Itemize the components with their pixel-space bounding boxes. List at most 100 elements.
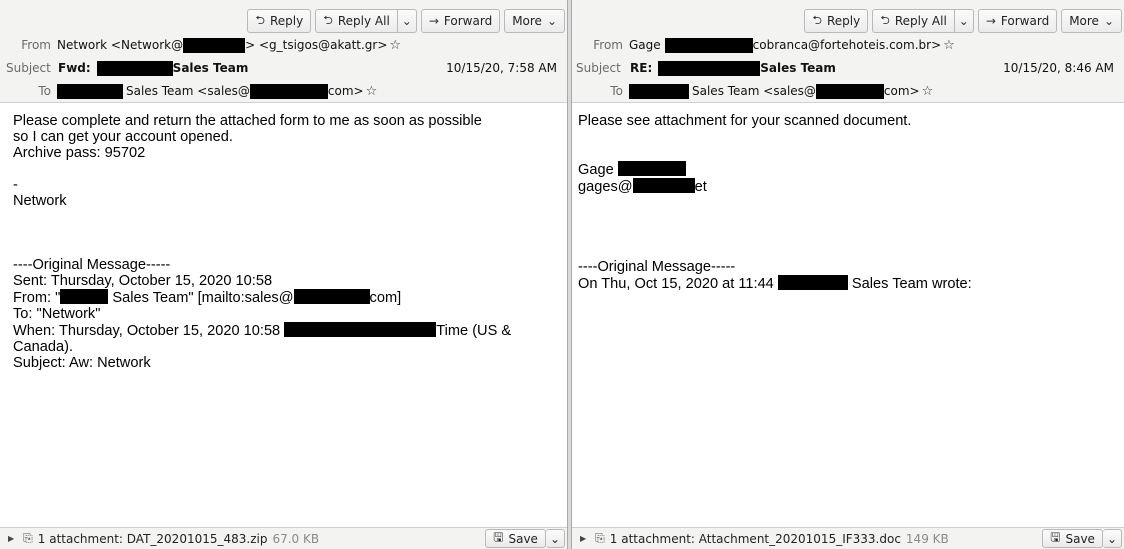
save-button[interactable]: 🖫 Save [1042,529,1103,548]
redaction-block [632,178,695,193]
attachment-name[interactable]: 1 attachment: DAT_20201015_483.zip [38,532,268,546]
chevron-down-icon: ⌄ [546,14,557,28]
from-value[interactable]: Network <Network@ > <g_tsigos@akatt.gr> … [57,37,401,53]
more-button[interactable]: More ⌄ [1061,9,1122,33]
redaction-block [629,83,689,99]
body-line: - [13,177,18,193]
from-row: From Gage cobranca@fortehoteis.com.br> ☆ [572,36,955,54]
forward-icon: → [985,14,996,28]
save-icon: 🖫 [493,530,504,544]
body-line: When: Thursday, October 15, 2020 10:58 T… [13,322,512,339]
body-line: From: " Sales Team" [mailto:sales@ com] [13,289,402,306]
save-dropdown-button[interactable]: ⌄ [545,529,565,548]
to-label: To [610,84,623,98]
body-line: Please see attachment for your scanned d… [578,113,912,129]
body-line: Sent: Thursday, October 15, 2020 10:58 [13,273,273,289]
subject-label: Subject [6,61,51,75]
from-label: From [21,38,51,52]
chevron-down-icon: ⌄ [549,531,560,546]
reply-all-button[interactable]: ⮌ Reply All [872,9,955,33]
body-line: Gage [578,161,1112,178]
body-line: Please complete and return the attached … [13,113,482,129]
attachment-size: 67.0 KB [272,531,320,546]
attachment-bar: ▶ ⎘ 1 attachment: DAT_20201015_483.zip 6… [0,527,567,549]
redaction-block [183,37,246,53]
attachment-name[interactable]: 1 attachment: Attachment_20201015_IF333.… [610,532,901,546]
reply-icon: ⮌ [255,12,265,27]
save-group: 🖫 Save ⌄ [1042,529,1122,548]
reply-all-button[interactable]: ⮌ Reply All [315,9,398,33]
chevron-down-icon: ⌄ [1103,14,1114,28]
body-line: ----Original Message----- [578,259,736,275]
attachment-bar: ▶ ⎘ 1 attachment: Attachment_20201015_IF… [572,527,1124,549]
save-dropdown-button[interactable]: ⌄ [1102,529,1122,548]
message-pane-right: ⮌ Reply ⮌ Reply All ⌄ → Forward More ⌄ From … [572,0,1124,549]
redaction-block [815,83,884,99]
body-line: Network [13,193,67,209]
message-header: ⮌ Reply ⮌ Reply All ⌄ → Forward More ⌄ From … [572,0,1124,103]
star-icon[interactable]: ☆ [389,38,401,53]
body-line: To: "Network" [13,306,101,322]
body-line: ----Original Message----- [13,257,171,273]
forward-icon: → [428,14,439,28]
to-row: To Sales Team <sales@ com> ☆ [572,82,933,100]
redaction-block [658,60,761,76]
body-line: gages@ et [578,178,707,195]
chevron-down-icon: ⌄ [401,14,412,28]
subject-label: Subject [576,61,621,75]
forward-button[interactable]: → Forward [420,9,501,33]
to-value[interactable]: Sales Team <sales@ com> ☆ [629,83,934,99]
reply-all-icon: ⮌ [880,12,890,27]
message-date: 10/15/20, 7:58 AM [446,61,557,75]
body-line: Canada). [13,339,74,355]
paperclip-icon: ⎘ [595,531,605,545]
to-value[interactable]: Sales Team <sales@ com> ☆ [57,83,378,99]
redaction-block [617,161,686,176]
to-label: To [38,84,51,98]
reply-all-dropdown-button[interactable]: ⌄ [397,9,417,33]
body-line: so I can get your account opened. [13,129,233,145]
redaction-block [777,275,848,290]
message-body: Please see attachment for your scanned d… [572,104,1124,527]
message-toolbar: ⮌ Reply ⮌ Reply All ⌄ → Forward More ⌄ [247,9,565,33]
redaction-block [57,83,123,99]
chevron-down-icon: ⌄ [1106,531,1117,546]
reply-icon: ⮌ [812,12,822,27]
expand-triangle-icon[interactable]: ▶ [8,534,14,543]
subject-row: Subject RE: Sales Team 10/15/20, 8:46 AM [572,59,1124,77]
reply-button[interactable]: ⮌ Reply [247,9,312,33]
star-icon[interactable]: ☆ [943,38,955,53]
chevron-down-icon: ⌄ [958,14,969,28]
subject-value: RE: Sales Team [630,60,836,76]
reply-all-dropdown-button[interactable]: ⌄ [954,9,974,33]
star-icon[interactable]: ☆ [922,84,934,99]
message-body: Please complete and return the attached … [0,104,567,527]
star-icon[interactable]: ☆ [366,84,378,99]
reply-all-icon: ⮌ [323,12,333,27]
more-button[interactable]: More ⌄ [504,9,565,33]
subject-value: Fwd: Sales Team [58,60,249,76]
forward-button[interactable]: → Forward [977,9,1058,33]
save-button[interactable]: 🖫 Save [485,529,546,548]
redaction-block [664,37,753,53]
redaction-block [249,83,328,99]
redaction-block [284,322,437,337]
save-icon: 🖫 [1050,530,1061,544]
attachment-size: 149 KB [905,531,949,546]
body-line: Subject: Aw: Network [13,355,151,371]
message-header: ⮌ Reply ⮌ Reply All ⌄ → Forward More ⌄ From … [0,0,567,103]
from-value[interactable]: Gage cobranca@fortehoteis.com.br> ☆ [629,37,955,53]
body-line: Archive pass: 95702 [13,145,146,161]
from-row: From Network <Network@ > <g_tsigos@akatt… [0,36,401,54]
reply-button[interactable]: ⮌ Reply [804,9,869,33]
message-pane-left: ⮌ Reply ⮌ Reply All ⌄ → Forward More ⌄ From … [0,0,567,549]
message-date: 10/15/20, 8:46 AM [1003,61,1114,75]
to-row: To Sales Team <sales@ com> ☆ [0,82,377,100]
from-label: From [593,38,623,52]
paperclip-icon: ⎘ [23,531,33,545]
expand-triangle-icon[interactable]: ▶ [580,534,586,543]
redaction-block [60,289,109,304]
body-line: On Thu, Oct 15, 2020 at 11:44 Sales Team… [578,275,972,292]
redaction-block [96,60,173,76]
save-group: 🖫 Save ⌄ [485,529,565,548]
